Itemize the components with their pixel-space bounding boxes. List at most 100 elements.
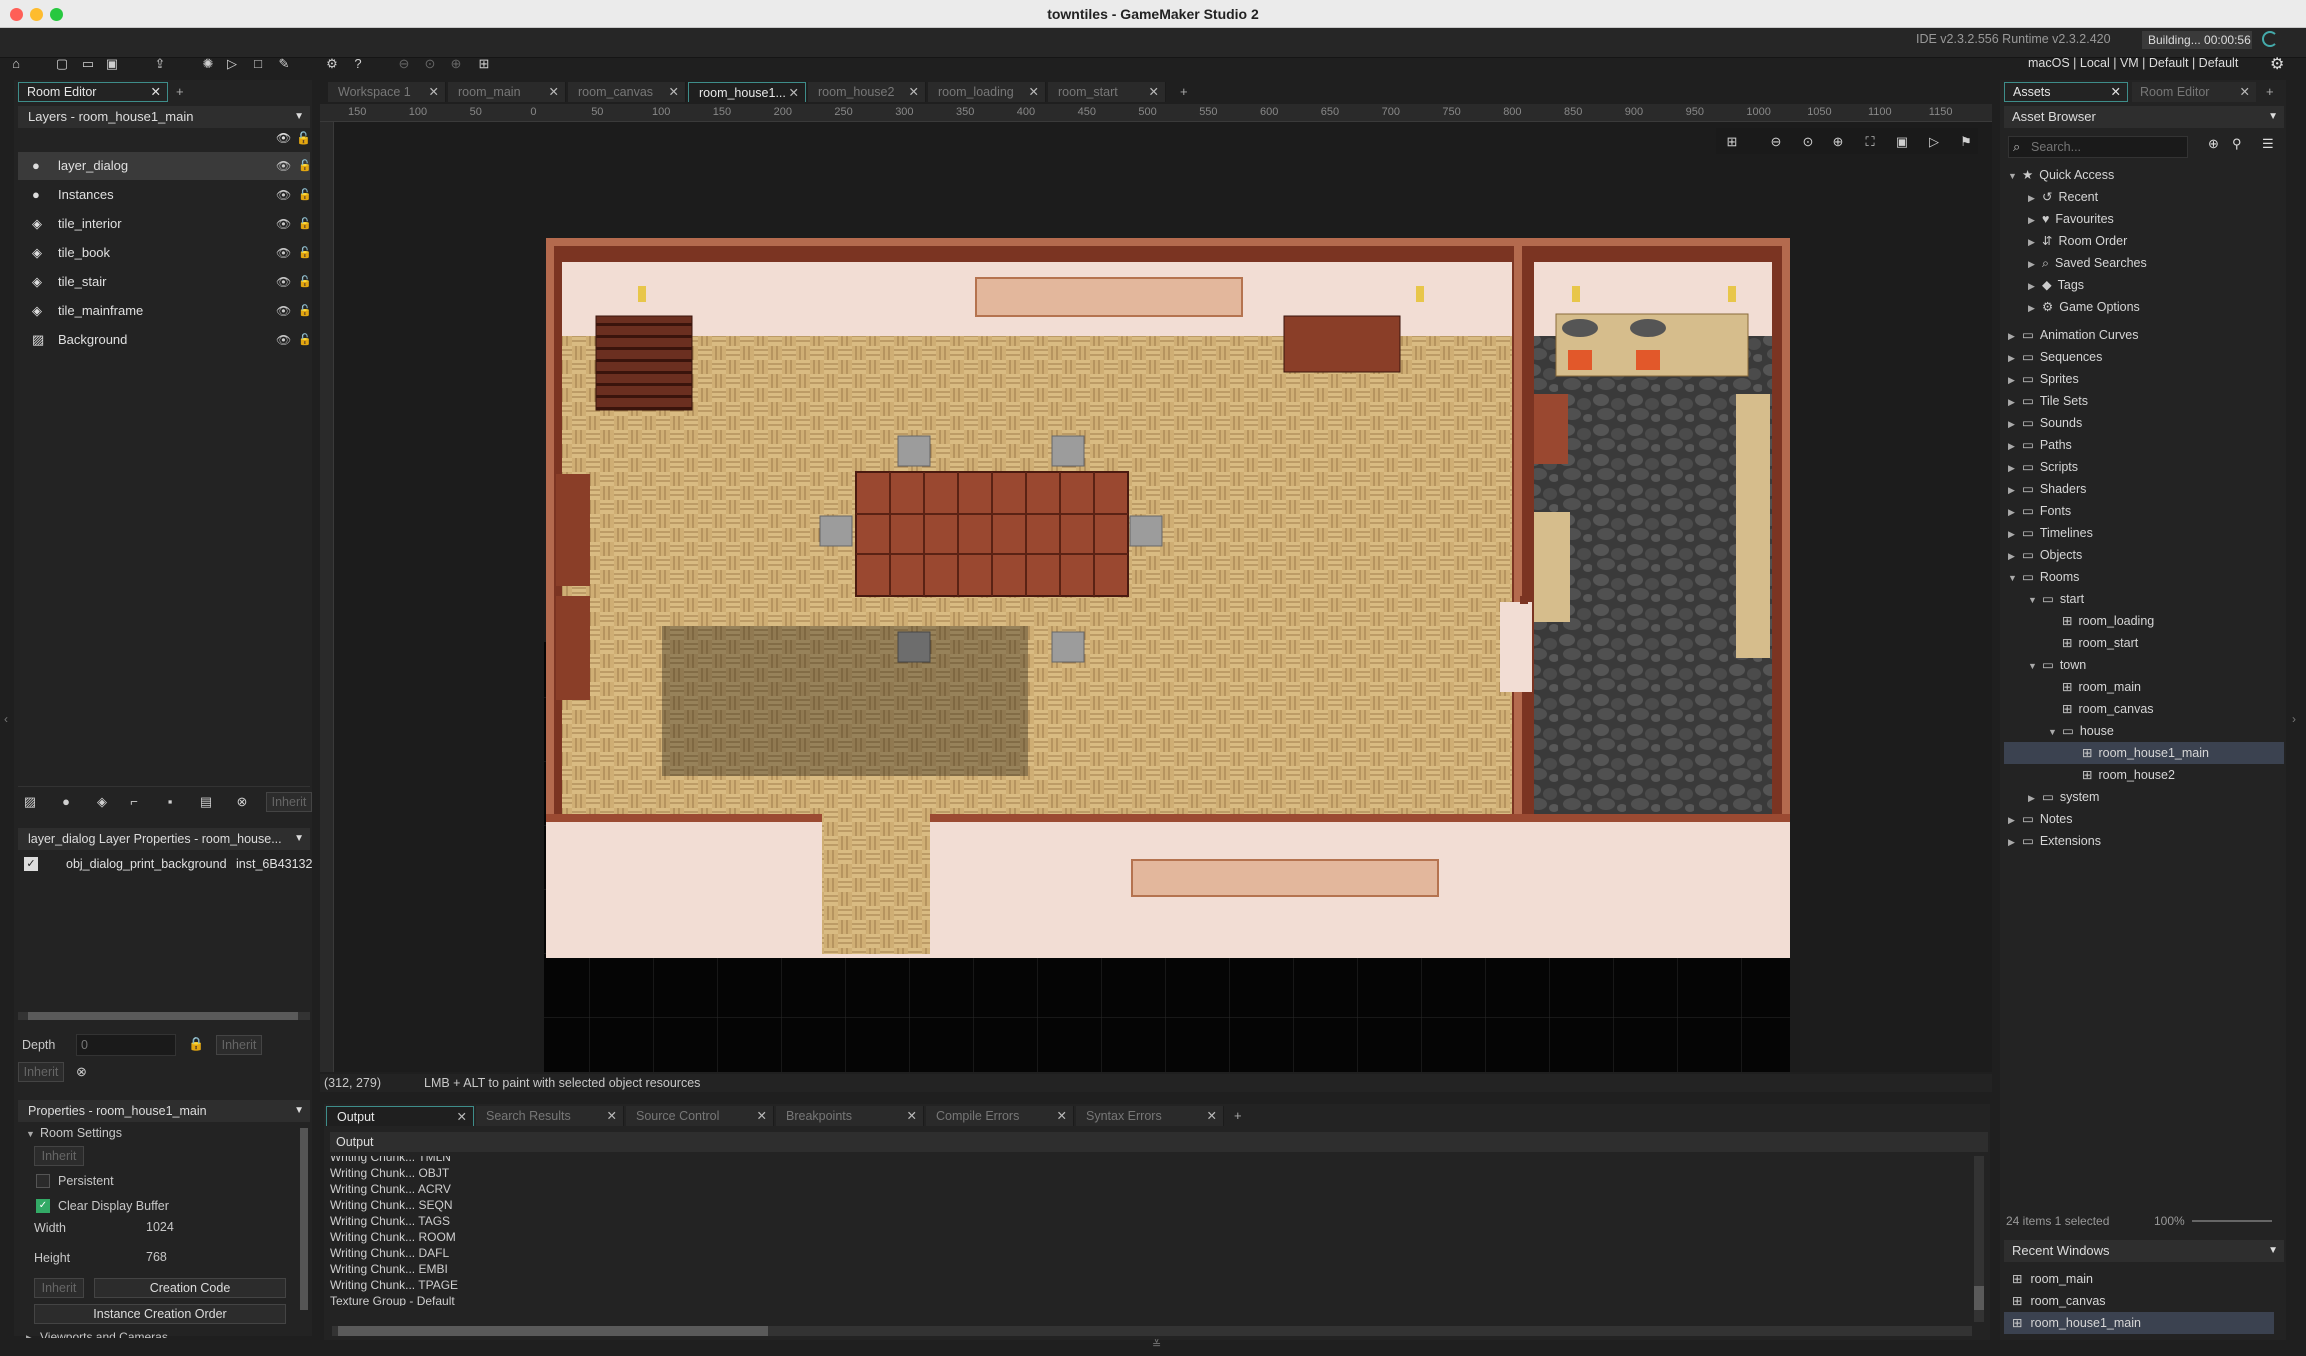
lock-icon[interactable]: 🔓 bbox=[298, 210, 312, 238]
tab-room-editor[interactable]: Room Editor ✕ bbox=[18, 82, 168, 102]
eye-icon[interactable]: 👁 bbox=[276, 268, 291, 296]
zoom-out-icon[interactable]: ⊖ bbox=[1766, 132, 1786, 152]
add-instance-layer-icon[interactable]: ● bbox=[56, 792, 76, 812]
folder-item[interactable]: ▶ ▭ Timelines bbox=[2004, 522, 2284, 544]
eye-icon[interactable]: 👁 bbox=[276, 326, 291, 354]
instance-order-button[interactable]: Instance Creation Order bbox=[34, 1304, 286, 1324]
lock-icon[interactable]: 🔓 bbox=[298, 239, 312, 267]
recent-window-item[interactable]: ⊞ room_main bbox=[2004, 1268, 2274, 1290]
tab-workspace-1[interactable]: Workspace 1 ✕ bbox=[328, 82, 446, 102]
zoom-reset-icon[interactable]: ⊙ bbox=[1798, 132, 1818, 152]
zoom-in-icon[interactable]: ⊕ bbox=[1828, 132, 1848, 152]
folder-item[interactable]: ▶ ▭ Fonts bbox=[2004, 500, 2284, 522]
room-item[interactable]: ⊞ room_house1_main bbox=[2004, 742, 2284, 764]
viewports-section[interactable]: ▶ Viewports and Cameras bbox=[26, 1330, 168, 1338]
tab-room-start[interactable]: room_start ✕ bbox=[1048, 82, 1166, 102]
debug-icon[interactable]: ✺ bbox=[198, 54, 218, 74]
close-icon[interactable]: ✕ bbox=[757, 1106, 767, 1126]
tab-room-house2[interactable]: room_house2 ✕ bbox=[808, 82, 926, 102]
tab-room-editor-right[interactable]: Room Editor ✕ bbox=[2132, 82, 2256, 102]
instance-id[interactable]: inst_6B43132 bbox=[236, 857, 312, 871]
lock-icon[interactable]: 🔓 bbox=[296, 131, 311, 145]
chevron-down-icon[interactable]: ▼ bbox=[2048, 721, 2062, 743]
tab-room-canvas[interactable]: room_canvas ✕ bbox=[568, 82, 686, 102]
inherit-code-button[interactable]: Inherit bbox=[34, 1278, 84, 1298]
quick-access[interactable]: ▼ ★ Quick Access bbox=[2004, 164, 2284, 186]
chevron-right-icon[interactable]: ▶ bbox=[2008, 413, 2022, 435]
folder-item[interactable]: ▶ ▭ Sprites bbox=[2004, 368, 2284, 390]
chevron-right-icon[interactable]: ▶ bbox=[2028, 787, 2042, 809]
add-tab-icon[interactable]: + bbox=[2266, 84, 2274, 99]
folder-house[interactable]: ▼ ▭ house bbox=[2004, 720, 2284, 742]
folder-item[interactable]: ▶ ▭ Notes bbox=[2004, 808, 2284, 830]
quick-item[interactable]: ▶ ⌕ Saved Searches bbox=[2004, 252, 2284, 274]
help-icon[interactable]: ? bbox=[348, 54, 368, 74]
asset-browser-header[interactable]: Asset Browser ▼ bbox=[2004, 106, 2284, 128]
folder-start[interactable]: ▼ ▭ start bbox=[2004, 588, 2284, 610]
add-asset-icon[interactable]: ⊕ bbox=[2208, 136, 2219, 152]
add-tab-icon[interactable]: + bbox=[176, 84, 184, 99]
chevron-right-icon[interactable]: ▶ bbox=[2028, 253, 2042, 275]
chevron-right-icon[interactable]: ▶ bbox=[2008, 545, 2022, 567]
zoom-in-icon[interactable]: ⊕ bbox=[446, 54, 466, 74]
layer-row[interactable]: ◈ tile_stair 👁 🔓 bbox=[18, 268, 312, 296]
layer-row[interactable]: ● Instances 👁 🔓 bbox=[18, 181, 312, 209]
play-room-icon[interactable]: ▷ bbox=[1924, 132, 1944, 152]
chevron-down-icon[interactable]: ▼ bbox=[2008, 567, 2022, 589]
output-vscroll[interactable] bbox=[1974, 1156, 1984, 1322]
tab-room-main[interactable]: room_main ✕ bbox=[448, 82, 566, 102]
layer-row[interactable]: ◈ tile_book 👁 🔓 bbox=[18, 239, 312, 267]
inherit-button[interactable]: Inherit bbox=[18, 1062, 64, 1082]
collapse-left-icon[interactable]: ‹ bbox=[4, 712, 8, 726]
chevron-right-icon[interactable]: ▶ bbox=[2028, 209, 2042, 231]
target-settings-icon[interactable]: ⚙ bbox=[2270, 54, 2284, 74]
inherit-room-button[interactable]: Inherit bbox=[34, 1146, 84, 1166]
eye-icon[interactable]: 👁 bbox=[276, 152, 291, 180]
tab-compile-errors[interactable]: Compile Errors ✕ bbox=[926, 1106, 1074, 1126]
new-project-icon[interactable]: ▢ bbox=[52, 54, 72, 74]
lock-icon[interactable]: 🔓 bbox=[298, 152, 312, 180]
filter-icon[interactable]: ⚲ bbox=[2232, 136, 2242, 152]
chevron-right-icon[interactable]: ▶ bbox=[2008, 435, 2022, 457]
chevron-right-icon[interactable]: ▶ bbox=[2028, 297, 2042, 319]
eye-icon[interactable]: 👁 bbox=[276, 210, 291, 238]
stop-icon[interactable]: □ bbox=[248, 54, 268, 74]
close-icon[interactable]: ✕ bbox=[669, 82, 679, 102]
workspace-layout-icon[interactable]: ⊞ bbox=[474, 54, 494, 74]
horizontal-scrollbar[interactable] bbox=[18, 1012, 310, 1020]
quick-item[interactable]: ▶ ♥ Favourites bbox=[2004, 208, 2284, 230]
tab-room-loading[interactable]: room_loading ✕ bbox=[928, 82, 1046, 102]
instance-object-name[interactable]: obj_dialog_print_background bbox=[66, 857, 227, 871]
eye-icon[interactable]: 👁 bbox=[276, 131, 291, 145]
folder-item[interactable]: ▶ ▭ Sequences bbox=[2004, 346, 2284, 368]
grid-toggle-icon[interactable]: ⊞ bbox=[1722, 132, 1742, 152]
folder-item[interactable]: ▶ ▭ Sounds bbox=[2004, 412, 2284, 434]
properties-header[interactable]: Properties - room_house1_main ▼ bbox=[18, 1100, 310, 1122]
close-icon[interactable]: ✕ bbox=[1057, 1106, 1067, 1126]
close-icon[interactable]: ✕ bbox=[429, 82, 439, 102]
close-icon[interactable]: ✕ bbox=[457, 1107, 467, 1127]
output-log[interactable]: Writing Chunk... TMLN Writing Chunk... OB… bbox=[330, 1156, 1970, 1306]
clear-icon[interactable]: ⊗ bbox=[76, 1064, 87, 1080]
room-item[interactable]: ⊞ room_house2 bbox=[2004, 764, 2284, 786]
run-icon[interactable]: ▷ bbox=[222, 54, 242, 74]
close-icon[interactable]: ✕ bbox=[2111, 83, 2121, 101]
chevron-down-icon[interactable]: ▼ bbox=[2028, 589, 2042, 611]
delete-layer-icon[interactable]: ⊗ bbox=[232, 792, 252, 812]
folder-rooms[interactable]: ▼ ▭ Rooms bbox=[2004, 566, 2284, 588]
open-project-icon[interactable]: ▭ bbox=[78, 54, 98, 74]
chevron-right-icon[interactable]: ▶ bbox=[2008, 457, 2022, 479]
chevron-right-icon[interactable]: ▶ bbox=[2028, 275, 2042, 297]
close-icon[interactable]: ✕ bbox=[151, 83, 161, 101]
tab-search-results[interactable]: Search Results ✕ bbox=[476, 1106, 624, 1126]
folder-item[interactable]: ▶ ▭ Animation Curves bbox=[2004, 324, 2284, 346]
collapse-right-icon[interactable]: › bbox=[2292, 712, 2296, 726]
eye-icon[interactable]: 👁 bbox=[276, 239, 291, 267]
chevron-right-icon[interactable]: ▶ bbox=[2028, 231, 2042, 253]
add-asset-layer-icon[interactable]: ▪ bbox=[160, 792, 180, 812]
layer-row[interactable]: ● layer_dialog 👁 🔓 bbox=[18, 152, 312, 180]
clean-icon[interactable]: ✎ bbox=[274, 54, 294, 74]
layer-row[interactable]: ◈ tile_interior 👁 🔓 bbox=[18, 210, 312, 238]
menu-icon[interactable]: ☰ bbox=[2262, 136, 2274, 152]
zoom-reset-icon[interactable]: ⊙ bbox=[420, 54, 440, 74]
